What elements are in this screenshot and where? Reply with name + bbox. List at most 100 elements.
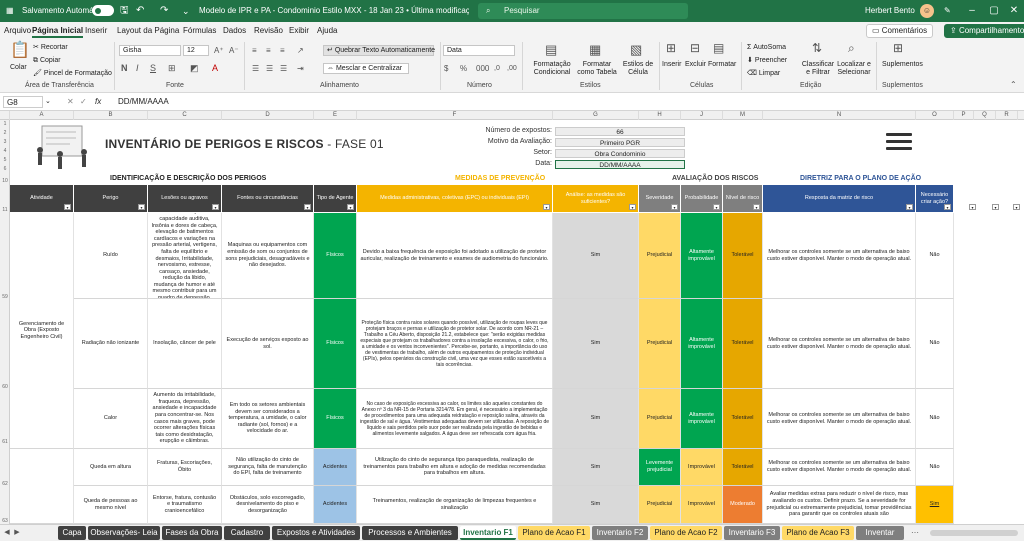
- filter-dropdown-icon[interactable]: ▾: [212, 204, 219, 210]
- menu-hamburger-icon[interactable]: [886, 133, 912, 151]
- resposta-cell[interactable]: Avaliar medidas extras para reduzir o ní…: [763, 486, 916, 524]
- redo-icon[interactable]: ↷: [160, 0, 168, 22]
- severidade-cell[interactable]: Prejudicial: [639, 213, 681, 299]
- addins-icon[interactable]: ⊞: [893, 42, 903, 54]
- column-header[interactable]: H: [639, 111, 681, 120]
- tab-processos[interactable]: Processos e Ambientes: [362, 526, 458, 540]
- column-header[interactable]: B: [74, 111, 148, 120]
- clear-button[interactable]: ⌫ Limpar: [747, 70, 780, 78]
- column-header[interactable]: E: [314, 111, 357, 120]
- row-header[interactable]: 6: [0, 166, 10, 172]
- analise-cell[interactable]: Sim: [553, 389, 639, 449]
- save-icon[interactable]: 🖫: [120, 0, 129, 22]
- probabilidade-cell[interactable]: Improvável: [681, 449, 723, 486]
- resposta-cell[interactable]: Melhorar os controles somente se um alte…: [763, 449, 916, 486]
- filter-dropdown-icon[interactable]: ▾: [992, 204, 999, 210]
- avatar[interactable]: ☺: [920, 4, 934, 18]
- filter-dropdown-icon[interactable]: ▾: [944, 204, 951, 210]
- format-cells-icon[interactable]: ▤: [713, 42, 724, 54]
- cell-styles-label[interactable]: Estilos de Célula: [620, 61, 656, 77]
- analise-cell[interactable]: Sim: [553, 213, 639, 299]
- tipo-cell[interactable]: Físicos: [314, 213, 357, 299]
- tipo-cell[interactable]: Físicos: [314, 389, 357, 449]
- analise-cell[interactable]: Sim: [553, 449, 639, 486]
- close-icon[interactable]: ✕: [1000, 0, 1024, 22]
- severidade-cell[interactable]: Prejudicial: [639, 299, 681, 389]
- number-format-select[interactable]: Data: [443, 45, 515, 56]
- tipo-cell[interactable]: Físicos: [314, 299, 357, 389]
- tab-inventario-f3[interactable]: Inventario F3: [724, 526, 780, 540]
- indent-icon[interactable]: ⇥: [297, 63, 304, 74]
- activity-cell[interactable]: Gerenciamento de Obra (Exposto Engenheir…: [10, 213, 74, 449]
- fontes-cell[interactable]: Execução de serviços exposto ao sol.: [222, 299, 314, 389]
- menu-dados[interactable]: Dados: [223, 24, 246, 38]
- underline-icon[interactable]: S: [150, 63, 156, 74]
- align-center-icon[interactable]: ☰: [266, 63, 273, 74]
- column-header[interactable]: D: [222, 111, 314, 120]
- menu-layout[interactable]: Layout da Página: [117, 24, 179, 38]
- fontes-cell[interactable]: Obstáculos, solo escorregadio, desnivela…: [222, 486, 314, 524]
- tab-observacoes[interactable]: Observações- Leia: [88, 526, 160, 540]
- tab-cadastro[interactable]: Cadastro: [224, 526, 270, 540]
- paste-label[interactable]: Colar: [10, 64, 27, 72]
- decrease-decimal-icon[interactable]: ,00: [507, 63, 517, 74]
- column-header[interactable]: O: [916, 111, 954, 120]
- info-value[interactable]: Obra Condominio: [555, 149, 685, 158]
- cut-button[interactable]: ✂ Recortar: [33, 44, 68, 52]
- percent-icon[interactable]: %: [460, 63, 467, 74]
- format-painter-button[interactable]: 🖌 Pincel de Formatação: [33, 70, 112, 78]
- row-header[interactable]: 62: [0, 481, 10, 487]
- row-header[interactable]: 60: [0, 384, 10, 390]
- perigo-cell[interactable]: Ruído: [74, 213, 148, 299]
- collapse-ribbon-icon[interactable]: ⌃: [1010, 79, 1017, 90]
- menu-exibir[interactable]: Exibir: [289, 24, 309, 38]
- row-header[interactable]: 2: [0, 130, 10, 136]
- nivel-cell[interactable]: Tolerável: [723, 299, 763, 389]
- copy-button[interactable]: ⧉ Copiar: [33, 57, 61, 65]
- tipo-cell[interactable]: Acidentes: [314, 449, 357, 486]
- italic-icon[interactable]: I: [136, 63, 139, 74]
- thousands-icon[interactable]: 000: [476, 63, 489, 74]
- nivel-cell[interactable]: Moderado: [723, 486, 763, 524]
- formula-input[interactable]: DD/MM/AAAA: [118, 96, 169, 108]
- paste-icon[interactable]: 📋: [10, 43, 30, 59]
- medidas-cell[interactable]: Proteção física contra raios solares qua…: [357, 299, 553, 389]
- fontes-cell[interactable]: Maquinas ou equipamentos com emissão de …: [222, 213, 314, 299]
- filter-dropdown-icon[interactable]: ▾: [629, 204, 636, 210]
- filter-dropdown-icon[interactable]: ▾: [543, 204, 550, 210]
- medidas-cell[interactable]: Treinamentos, realização de organização …: [357, 486, 553, 524]
- column-header[interactable]: R: [996, 111, 1018, 120]
- info-value[interactable]: Primeiro PGR: [555, 138, 685, 147]
- filter-dropdown-icon[interactable]: ▾: [304, 204, 311, 210]
- select-all-corner[interactable]: [0, 111, 10, 120]
- tab-plano-f3[interactable]: Plano de Acao F3: [782, 526, 854, 540]
- lesoes-cell[interactable]: Aumento da irritabilidade, fraqueza, dep…: [148, 389, 222, 449]
- font-name-select[interactable]: Gisha: [119, 45, 181, 56]
- tabs-more-icon[interactable]: ⋯: [910, 526, 920, 540]
- comments-button[interactable]: ▭ Comentários: [866, 24, 934, 38]
- align-bottom-icon[interactable]: ≡: [280, 45, 285, 56]
- font-color-icon[interactable]: A: [212, 63, 218, 74]
- acao-cell[interactable]: Não: [916, 449, 954, 486]
- wrap-text-button[interactable]: ↵ Quebrar Texto Automaticamente: [323, 45, 435, 56]
- info-value[interactable]: 66: [555, 127, 685, 136]
- filter-dropdown-icon[interactable]: ▾: [713, 204, 720, 210]
- format-cells-label[interactable]: Formatar: [708, 61, 736, 69]
- increase-decimal-icon[interactable]: ,0: [494, 63, 500, 74]
- autosum-button[interactable]: Σ AutoSoma: [747, 44, 786, 52]
- column-header[interactable]: M: [723, 111, 763, 120]
- column-header[interactable]: G: [553, 111, 639, 120]
- filter-dropdown-icon[interactable]: ▾: [906, 204, 913, 210]
- fontes-cell[interactable]: Em todo os setores ambientais devem ser …: [222, 389, 314, 449]
- probabilidade-cell[interactable]: Improvável: [681, 486, 723, 524]
- sort-filter-label[interactable]: Classificar e Filtrar: [800, 61, 836, 77]
- acao-cell[interactable]: Sim: [916, 486, 954, 524]
- customize-toolbar-icon[interactable]: ⌄: [182, 0, 190, 22]
- sort-filter-icon[interactable]: ⇅: [812, 42, 822, 54]
- menu-revisao[interactable]: Revisão: [254, 24, 283, 38]
- nivel-cell[interactable]: Tolerável: [723, 213, 763, 299]
- user-name[interactable]: Herbert Bento: [865, 0, 915, 22]
- grow-font-icon[interactable]: A⁺: [214, 45, 224, 56]
- conditional-format-label[interactable]: Formatação Condicional: [530, 61, 574, 77]
- addins-label[interactable]: Suplementos: [882, 61, 923, 69]
